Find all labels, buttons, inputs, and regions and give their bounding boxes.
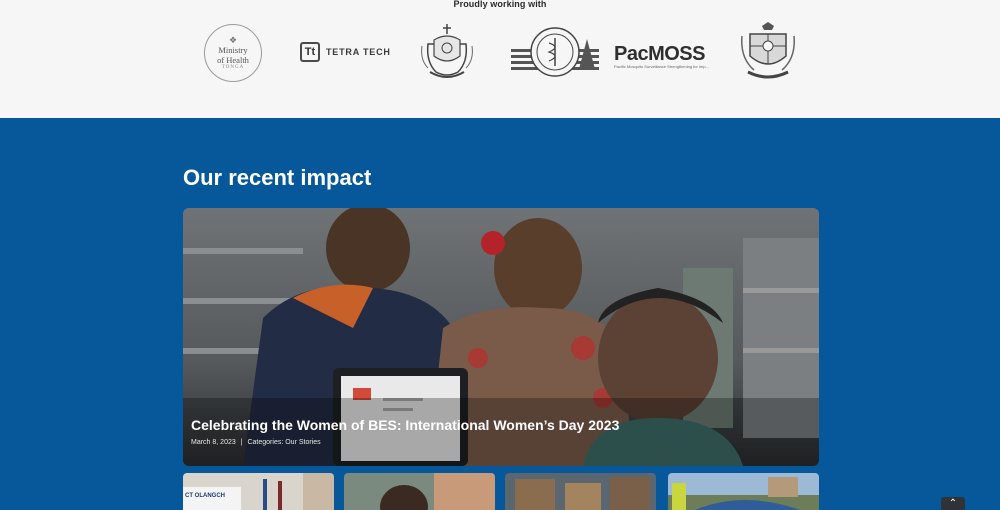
featured-story-date: March 8, 2023 (191, 439, 236, 446)
tetra-tech-wordmark: TETRA TECH (326, 47, 391, 57)
logo-tetra-tech[interactable]: Tt TETRA TECH (300, 41, 391, 63)
scroll-to-top-button[interactable]: ⌃ (941, 497, 965, 510)
story-thumb-4[interactable] (668, 473, 819, 510)
logo-tonga-coat-of-arms[interactable] (740, 22, 796, 82)
logo-ministry-of-health-tonga[interactable]: ❖ Ministry of Health TONGA (204, 24, 262, 82)
logo-samoa-coat-of-arms[interactable] (416, 22, 478, 82)
partners-title: Proudly working with (453, 0, 547, 9)
story-thumb-2[interactable] (344, 473, 495, 510)
logo-medical-association[interactable] (509, 25, 601, 79)
moh-line-3: TONGA (221, 64, 245, 70)
story-thumbnails: CT OLANGCH (183, 473, 819, 510)
crest-icon: ❖ (228, 34, 238, 45)
story-thumb-1-photo: CT OLANGCH (183, 473, 334, 510)
medical-emblem-icon (511, 27, 599, 77)
moh-line-2: of Health (217, 54, 249, 65)
logo-pacmoss[interactable]: PacMOSS Pacific Mosquito Surveillance St… (614, 40, 710, 74)
pacmoss-wordmark: PacMOSS (614, 43, 705, 65)
featured-story-meta: March 8, 2023 | Categories: Our Stories (191, 439, 324, 446)
story-thumb-3-photo (505, 473, 656, 510)
impact-section: Our recent impact Celebrating the Women … (0, 118, 1000, 510)
featured-story-title[interactable]: Celebrating the Women of BES: Internatio… (191, 417, 619, 433)
chevron-up-icon: ⌃ (948, 498, 958, 509)
partners-section: Proudly working with ❖ Ministry of Healt… (0, 0, 1000, 118)
moh-line-1: Ministry (218, 44, 248, 55)
samoa-crest-icon (421, 24, 473, 78)
story-thumb-1[interactable]: CT OLANGCH (183, 473, 334, 510)
impact-title: Our recent impact (183, 165, 372, 190)
featured-story-card[interactable]: Celebrating the Women of BES: Internatio… (183, 208, 819, 466)
story-thumb-3[interactable] (505, 473, 656, 510)
pacmoss-subtitle: Pacific Mosquito Surveillance Strengthen… (614, 64, 709, 69)
meta-separator: | (240, 439, 243, 446)
story-thumb-2-photo (344, 473, 495, 510)
story-thumb-4-photo (668, 473, 819, 510)
featured-story-categories[interactable]: Categories: Our Stories (247, 439, 320, 446)
tonga-crest-icon (741, 22, 795, 79)
tetra-tech-mark-icon: Tt (300, 42, 320, 62)
story-thumb-1-caption: CT OLANGCH (185, 493, 225, 499)
